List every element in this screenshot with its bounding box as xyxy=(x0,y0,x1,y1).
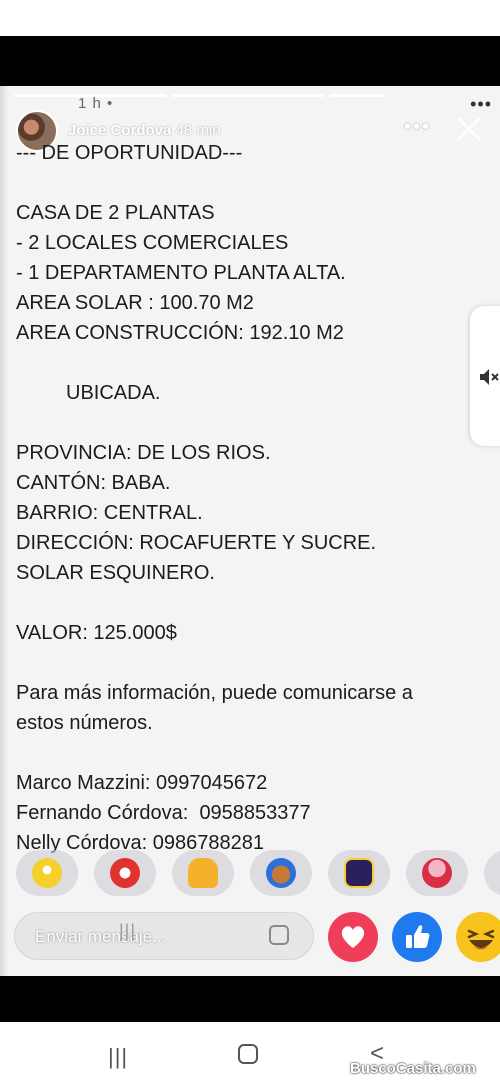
post-line xyxy=(16,168,413,198)
thumbs-up-sticker-icon[interactable] xyxy=(172,850,234,896)
post-line: Para más información, puede comunicarse … xyxy=(16,682,413,704)
ghost-time-text: 1 h • xyxy=(78,95,114,112)
laughing-face-icon xyxy=(467,929,495,950)
love-girl-sticker-icon[interactable] xyxy=(406,850,468,896)
volume-toggle[interactable] xyxy=(470,306,500,446)
message-input-placeholder: Enviar mensaje... xyxy=(35,927,167,946)
haha-reaction-button[interactable] xyxy=(456,912,500,962)
home-icon[interactable] xyxy=(238,1044,258,1064)
message-input[interactable]: Enviar mensaje... ||| xyxy=(14,912,314,960)
more-stickers-icon[interactable] xyxy=(484,850,500,896)
recents-icon[interactable]: ||| xyxy=(108,1044,128,1070)
post-line: AREA CONSTRUCCIÓN: 192.10 M2 xyxy=(16,322,344,344)
more-options-icon[interactable]: ••• xyxy=(404,116,431,139)
watermark: BuscoCasita.com xyxy=(350,1060,476,1077)
post-line: PROVINCIA: DE LOS RIOS. xyxy=(16,442,271,464)
post-line xyxy=(16,588,413,618)
post-line: - 1 DEPARTAMENTO PLANTA ALTA. xyxy=(16,262,346,284)
ghost-home-icon xyxy=(269,925,289,945)
post-line: CASA DE 2 PLANTAS xyxy=(16,202,215,224)
post-line: BARRIO: CENTRAL. xyxy=(16,502,203,524)
heart-hands-sticker-icon[interactable] xyxy=(94,850,156,896)
post-line: estos números. xyxy=(16,712,153,734)
post-line: Fernando Córdova: 0958853377 xyxy=(16,802,311,824)
close-icon[interactable] xyxy=(456,116,482,142)
story-viewer[interactable]: 1 h • ••• Joice Cordova 48 min ••• --- D… xyxy=(0,86,500,976)
post-line: - 2 LOCALES COMERCIALES xyxy=(16,232,289,254)
story-edge xyxy=(0,86,8,976)
post-line xyxy=(16,648,413,678)
post-line: VALOR: 125.000$ xyxy=(16,622,177,644)
post-line xyxy=(16,738,413,768)
post-line: UBICADA. xyxy=(16,382,161,404)
thumbs-up-icon xyxy=(406,925,430,948)
story-progress-segment xyxy=(172,94,324,97)
ghost-more-icon: ••• xyxy=(470,94,492,114)
post-line: SOLAR ESQUINERO. xyxy=(16,562,215,584)
top-black-band xyxy=(0,36,500,86)
minion-sticker-icon[interactable] xyxy=(16,850,78,896)
story-author[interactable]: Joice Cordova 48 min xyxy=(68,122,221,139)
post-line: --- DE OPORTUNIDAD--- xyxy=(16,142,243,164)
heart-icon xyxy=(341,926,365,948)
status-bar xyxy=(0,0,500,36)
ghost-recents-icon: ||| xyxy=(119,921,137,941)
post-body: --- DE OPORTUNIDAD--- CASA DE 2 PLANTAS -… xyxy=(16,138,413,858)
like-reaction-button[interactable] xyxy=(392,912,442,962)
sticker-reaction-row xyxy=(0,846,500,898)
bottom-black-band xyxy=(0,976,500,1022)
story-progress-segment xyxy=(330,94,384,97)
post-line: DIRECCIÓN: ROCAFUERTE Y SUCRE. xyxy=(16,532,377,554)
post-line xyxy=(16,348,413,378)
system-navigation-bar: ||| < BuscoCasita.com xyxy=(0,1022,500,1083)
post-line: AREA SOLAR : 100.70 M2 xyxy=(16,292,254,314)
u-up-sticker-icon[interactable] xyxy=(328,850,390,896)
love-reaction-button[interactable] xyxy=(328,912,378,962)
author-name[interactable]: Joice Cordova xyxy=(68,122,171,139)
post-line: CANTÓN: BABA. xyxy=(16,472,171,494)
dog-sticker-icon[interactable] xyxy=(250,850,312,896)
post-line xyxy=(16,408,413,438)
post-time: 48 min xyxy=(175,122,221,139)
post-line: Marco Mazzini: 0997045672 xyxy=(16,772,268,794)
speaker-muted-icon xyxy=(480,369,499,385)
